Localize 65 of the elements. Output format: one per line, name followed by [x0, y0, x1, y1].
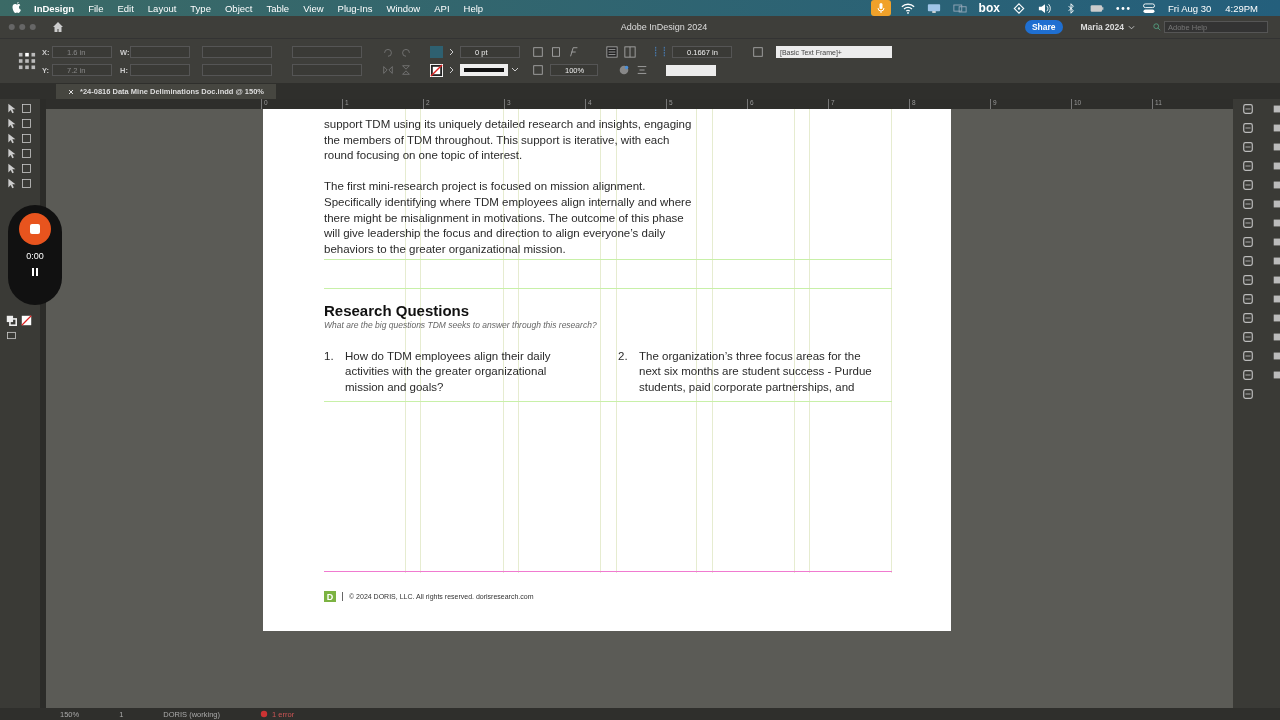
search-icon [1153, 23, 1161, 31]
apple-icon[interactable] [12, 2, 22, 14]
pause-icon[interactable] [30, 267, 40, 277]
menu-item[interactable]: Plug-Ins [337, 2, 373, 14]
workspace-dropdown[interactable]: Maria 2024 [1074, 21, 1141, 33]
volume-icon[interactable] [1037, 2, 1052, 14]
caret-icon[interactable] [1128, 25, 1135, 30]
stroke-menu-button[interactable] [449, 66, 454, 74]
microphone-icon[interactable] [870, 0, 891, 16]
list-number: 1. [324, 348, 335, 364]
share-button[interactable]: Share [1024, 20, 1063, 34]
body-paragraph: The first mini-research project is focused on mission alignment. Specifically identifying where TDM employees align internally and where there might be misalignment in motivations. The outcome of this phase will give leadership the focus and direction to align everyone’s daily behaviors to the greater organizational mission. [324, 179, 693, 257]
date-text[interactable]: Fri Aug 30 [1167, 2, 1212, 14]
question-text: How do TDM employees align their daily activities with the greater organizational mission and goals? [345, 348, 551, 396]
home-icon[interactable] [52, 21, 64, 33]
menu-item[interactable]: File [88, 2, 104, 14]
window-title: Adobe InDesign 2024 [619, 22, 709, 32]
color-field[interactable] [666, 64, 716, 76]
app-menu[interactable]: InDesign [34, 2, 75, 14]
stroke-swatch[interactable] [430, 63, 443, 77]
columns-icon[interactable] [624, 46, 636, 58]
clock-text[interactable]: 4:29PM [1225, 2, 1258, 14]
menu-item[interactable]: Help [463, 2, 484, 14]
reference-point-icon[interactable] [18, 52, 36, 70]
menu-item[interactable]: Table [266, 2, 290, 14]
no-color-icon[interactable] [21, 315, 32, 326]
close-icon[interactable] [68, 88, 74, 95]
columns-icon[interactable] [606, 46, 618, 58]
rotate-field[interactable] [292, 46, 362, 58]
stroke-type-dropdown[interactable] [460, 64, 520, 76]
box-logo[interactable]: box [978, 1, 1000, 15]
rectangle-icon[interactable] [21, 163, 32, 174]
list-number: 2. [618, 348, 629, 364]
doris-logo: D [324, 591, 336, 602]
section-subheading: What are the big questions TDM seeks to answer through this research? [324, 319, 598, 330]
stop-recording-button[interactable] [19, 213, 51, 245]
question-text: The organization’s three focus areas for the next six months are student success - Purdue students, paid corporate partnerships, and [639, 348, 872, 396]
fill-menu-button[interactable] [449, 48, 454, 56]
scale-y-field[interactable] [202, 64, 272, 76]
fill-swatch[interactable] [430, 46, 443, 58]
control-center-icon[interactable] [1141, 2, 1156, 14]
wifi-icon[interactable] [900, 2, 915, 14]
menu-item[interactable]: Layout [147, 2, 177, 14]
screen-mode-icon[interactable] [6, 330, 17, 341]
wrap-icon[interactable] [636, 64, 648, 76]
section-heading: Research Questions [324, 301, 471, 320]
error-icon [260, 710, 269, 718]
scale-x-field[interactable] [202, 46, 272, 58]
selection-icon[interactable] [6, 103, 17, 114]
menu-item[interactable]: Object [224, 2, 253, 14]
height-field[interactable] [130, 64, 190, 76]
menu-item[interactable]: Window [386, 2, 421, 14]
menu-item[interactable]: View [303, 2, 324, 14]
menu-item[interactable]: Type [190, 2, 211, 14]
menu-item[interactable]: API [434, 2, 450, 14]
swap-colors-icon[interactable] [6, 315, 17, 326]
body-paragraph: support TDM using its uniquely detailed research and insights, engaging the members of TDM throughout. This support is iterative, with each round focusing on one topic of interest. [324, 117, 693, 164]
width-field[interactable] [130, 46, 190, 58]
menu-item[interactable]: Edit [117, 2, 134, 14]
battery-icon[interactable] [1089, 2, 1104, 14]
recording-time: 0:00 [26, 251, 44, 261]
shear-field[interactable] [292, 64, 362, 76]
shadow-icon[interactable] [618, 64, 630, 76]
diamond-icon[interactable] [1011, 2, 1026, 14]
display-icon[interactable] [926, 2, 941, 14]
